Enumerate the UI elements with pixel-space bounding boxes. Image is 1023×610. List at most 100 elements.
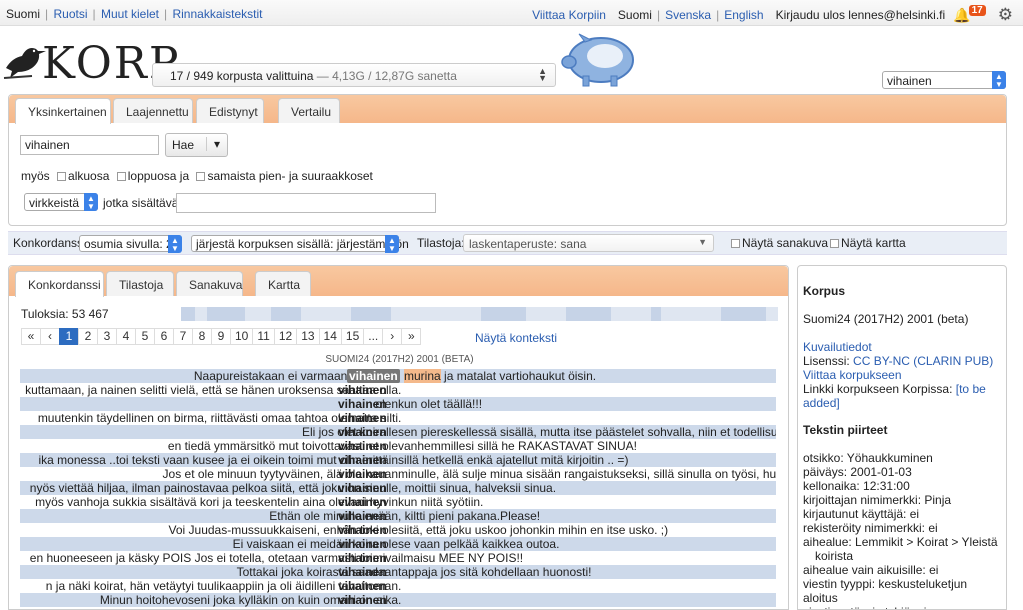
page-button[interactable]: ‹ bbox=[40, 328, 60, 345]
page-button[interactable]: 1 bbox=[59, 328, 79, 345]
page-button[interactable]: 12 bbox=[273, 328, 298, 345]
suffix-checkbox[interactable] bbox=[116, 172, 126, 181]
right-context: siitä, että joku uskoo johonkin mihin en… bbox=[398, 523, 669, 537]
match-word[interactable]: vihainen bbox=[338, 453, 404, 467]
kwic-row[interactable]: n ja näki koirat, hän vetäytyi tuulikaap… bbox=[20, 579, 776, 593]
kwic-row[interactable]: Tottakai joka koirasta saadaan vihainen ta… bbox=[20, 565, 776, 579]
kwic-row[interactable]: Ethän ole minulle enään vihainen, kiltti … bbox=[20, 509, 776, 523]
match-word[interactable]: vihainen bbox=[338, 509, 404, 523]
map-checkbox[interactable] bbox=[830, 239, 839, 248]
prefix-checkbox[interactable] bbox=[57, 172, 67, 181]
page-button[interactable]: 4 bbox=[116, 328, 136, 345]
match-word[interactable]: vihainen bbox=[338, 383, 404, 397]
chevron-down-icon[interactable]: ▾ bbox=[205, 137, 220, 151]
tab-simple[interactable]: Yksinkertainen bbox=[15, 98, 111, 124]
page-button[interactable]: 3 bbox=[97, 328, 117, 345]
kwic-row[interactable]: Ei vaiskaan ei meidän koira ole vihainen s… bbox=[20, 537, 776, 551]
hits-per-page-select[interactable]: osumia sivulla: 25 ▲ ▼ bbox=[79, 235, 182, 253]
match-word[interactable]: vihainen bbox=[347, 369, 400, 383]
page-button[interactable]: 10 bbox=[230, 328, 254, 345]
search-button-label: Hae bbox=[172, 138, 195, 152]
lang-link-suomi[interactable]: Suomi bbox=[6, 7, 40, 21]
page-button[interactable]: 6 bbox=[154, 328, 174, 345]
kwic-row[interactable]: Minun hoitohevoseni joka kylläkin on kui… bbox=[20, 593, 776, 607]
lang-link-muut[interactable]: Muut kielet bbox=[101, 7, 159, 21]
match-word[interactable]: vihainen bbox=[338, 481, 404, 495]
kwic-row[interactable]: Eli jos olet koiralle vihainen sen pieresk… bbox=[20, 425, 776, 439]
tab-statistics[interactable]: Tilastoja bbox=[106, 271, 174, 296]
stats-basis-select[interactable]: laskentaperuste: sana ▼ bbox=[463, 234, 714, 252]
page-button[interactable]: ... bbox=[363, 328, 384, 345]
tab-map[interactable]: Kartta bbox=[255, 271, 311, 296]
match-word[interactable]: vihainen bbox=[338, 495, 404, 509]
kwic-row[interactable]: myös vanhoja sukkia sisältävä kori ja te… bbox=[20, 495, 776, 509]
search-input[interactable]: vihainen bbox=[20, 135, 159, 155]
show-context-link[interactable]: Näytä konteksti bbox=[475, 331, 557, 345]
match-word[interactable]: vihainen bbox=[338, 439, 404, 453]
page-button[interactable]: 9 bbox=[211, 328, 231, 345]
match-word[interactable]: vihainen bbox=[338, 593, 404, 607]
sort-select[interactable]: järjestä korpuksen sisällä: järjestämätö… bbox=[191, 235, 409, 253]
within-select[interactable]: virkkeistä ▲ ▼ bbox=[24, 193, 98, 211]
metadata-link[interactable]: Kuvailutiedot bbox=[803, 340, 1001, 354]
cite-corpus-link[interactable]: Viittaa korpukseen bbox=[803, 368, 1001, 382]
kwic-row[interactable]: Voi Juudas-mussuukkaiseni, enhän toki ol… bbox=[20, 523, 776, 537]
kwic-row[interactable]: Jos et ole minuun tyytyväinen, älä ole k… bbox=[20, 467, 776, 481]
search-button[interactable]: Hae ▾ bbox=[165, 133, 228, 157]
logout-link[interactable]: Kirjaudu ulos lennes@helsinki.fi bbox=[776, 8, 946, 22]
page-button[interactable]: 5 bbox=[135, 328, 155, 345]
cite-korp-link[interactable]: Viittaa Korpiin bbox=[532, 8, 606, 22]
ui-lang-svenska[interactable]: Svenska bbox=[665, 8, 711, 22]
kwic-row[interactable]: ika monessa ..toi teksti vaan kusee ja e… bbox=[20, 453, 776, 467]
match-word[interactable]: vihainen bbox=[338, 565, 404, 579]
page-button[interactable]: « bbox=[21, 328, 41, 345]
sort-value: järjestä korpuksen sisällä: järjestämätö… bbox=[196, 237, 409, 251]
top-search-select[interactable]: vihainen ▲ ▼ bbox=[882, 71, 1006, 89]
text-attribute: viesti on täysin tyhjä: ei bbox=[803, 605, 1001, 609]
top-search-value: vihainen bbox=[887, 74, 932, 88]
kwic-row[interactable]: en huoneeseen ja käsky POIS Jos ei totel… bbox=[20, 551, 776, 565]
kwic-row[interactable]: Naapureistakaan ei varmaan ole kivaa viha… bbox=[20, 369, 776, 383]
ui-lang-english[interactable]: English bbox=[724, 8, 763, 22]
kwic-row[interactable]: olen vihainen kun olet täällä!!! bbox=[20, 397, 776, 411]
map-toggle[interactable]: Näytä kartta bbox=[826, 236, 906, 250]
wordpic-toggle[interactable]: Näytä sanakuva bbox=[727, 236, 828, 250]
lang-link-ruotsi[interactable]: Ruotsi bbox=[53, 7, 87, 21]
page-button[interactable]: 14 bbox=[318, 328, 342, 345]
wordpic-checkbox[interactable] bbox=[731, 239, 740, 248]
match-word[interactable]: vihainen bbox=[338, 551, 404, 565]
match-word[interactable]: vihainen bbox=[338, 579, 404, 593]
lang-link-parallel[interactable]: Rinnakkaistekstit bbox=[172, 7, 262, 21]
hits-distribution-bar[interactable] bbox=[181, 307, 778, 321]
ui-lang-suomi[interactable]: Suomi bbox=[618, 8, 652, 22]
tab-compare[interactable]: Vertailu bbox=[278, 98, 340, 123]
page-button[interactable]: 8 bbox=[192, 328, 212, 345]
license-link[interactable]: CC BY-NC (CLARIN PUB) bbox=[853, 354, 993, 368]
tab-advanced[interactable]: Edistynyt bbox=[196, 98, 264, 123]
hits-count: Tuloksia: 53 467 bbox=[21, 307, 109, 321]
tab-concordance[interactable]: Konkordanssi bbox=[15, 271, 104, 297]
kwic-row[interactable]: kuttamaan, ja nainen selitti vielä, että… bbox=[20, 383, 776, 397]
match-word[interactable]: vihainen bbox=[338, 411, 404, 425]
page-button[interactable]: 2 bbox=[78, 328, 98, 345]
match-word[interactable]: vihainen bbox=[338, 397, 404, 411]
kwic-row[interactable]: nyös viettää hiljaa, ilman painostavaa p… bbox=[20, 481, 776, 495]
kwic-row[interactable]: en tiedä ymmärsitkö mut toivottavasti et… bbox=[20, 439, 776, 453]
case-checkbox[interactable] bbox=[196, 172, 206, 181]
tab-wordpicture[interactable]: Sanakuva bbox=[176, 271, 243, 296]
page-button[interactable]: 13 bbox=[296, 328, 320, 345]
gear-icon[interactable]: ⚙ bbox=[998, 5, 1013, 25]
match-word[interactable]: vihainen bbox=[338, 537, 404, 551]
containing-input[interactable] bbox=[176, 193, 436, 213]
page-button[interactable]: › bbox=[382, 328, 403, 345]
page-button[interactable]: 7 bbox=[173, 328, 193, 345]
page-button[interactable]: » bbox=[401, 328, 422, 345]
corpus-selector[interactable]: 17 / 949 korpusta valittuina — 4,13G / 1… bbox=[152, 63, 556, 87]
match-word[interactable]: vihainen bbox=[338, 467, 404, 481]
kwic-row[interactable]: muutenkin täydellinen on birma, riittävä… bbox=[20, 411, 776, 425]
match-word[interactable]: vihainen bbox=[338, 425, 404, 439]
page-button[interactable]: 11 bbox=[252, 328, 275, 345]
match-word[interactable]: vihainen bbox=[338, 523, 404, 537]
tab-extended[interactable]: Laajennettu bbox=[113, 98, 193, 123]
page-button[interactable]: 15 bbox=[340, 328, 365, 345]
